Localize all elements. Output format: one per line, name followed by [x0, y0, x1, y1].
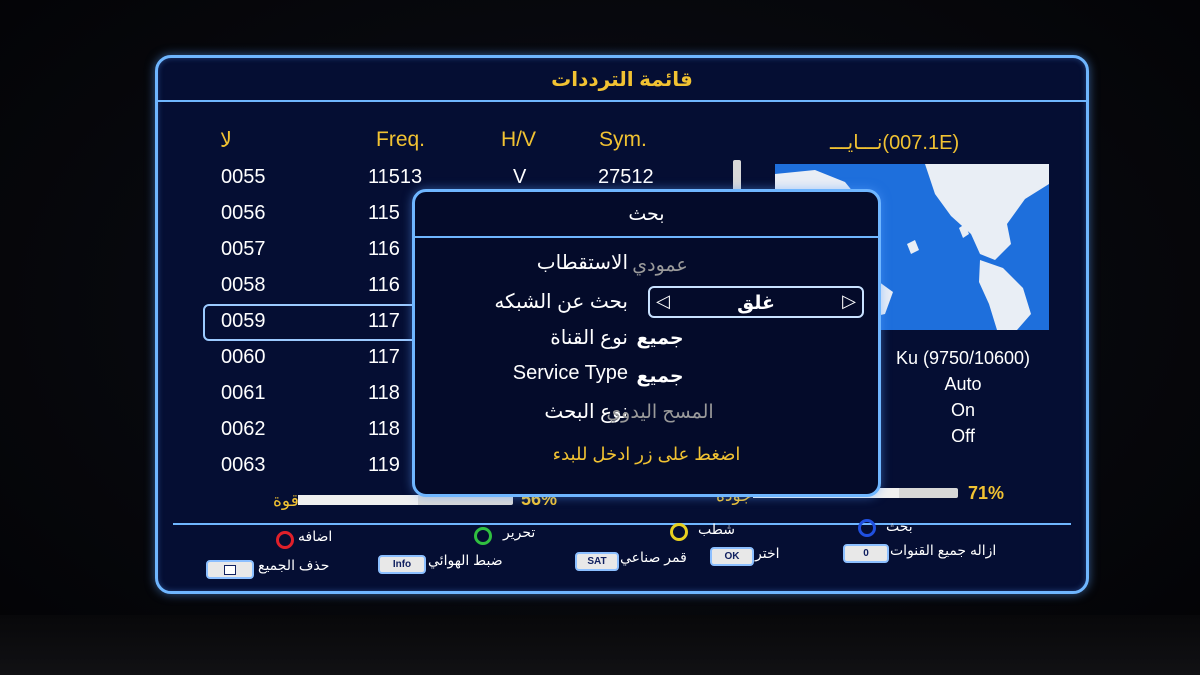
item-frequency: 119 [368, 454, 400, 476]
column-header-frequency: Freq. [376, 128, 426, 151]
item-number: 0062 [221, 418, 266, 440]
item-frequency: 116 [368, 238, 400, 260]
network-search-value: غلق [737, 293, 775, 314]
item-frequency: 117 [368, 310, 400, 332]
select-label: اختر [755, 545, 780, 561]
satellite-name: نـــايـــ(007.1E) [830, 132, 960, 154]
item-frequency: 116 [368, 274, 400, 296]
blue-button-icon[interactable] [858, 519, 876, 537]
key-glyph-icon [224, 564, 236, 575]
edit-label: تحرير [503, 524, 536, 540]
add-label: اضافه [298, 528, 333, 544]
green-button-icon[interactable] [474, 527, 492, 545]
item-number: 0061 [221, 382, 266, 404]
item-number: 0060 [221, 346, 266, 368]
channel-type-value[interactable]: جميع [560, 327, 760, 350]
item-number: 0057 [221, 238, 266, 260]
search-dialog: بحث الاستقطاب عمودي بحث عن الشبكه ◁ غلق … [412, 189, 881, 497]
ok-key[interactable]: OK [710, 547, 754, 566]
item-number: 0058 [221, 274, 266, 296]
sat-key[interactable]: SAT [575, 552, 619, 571]
delete-all-label: حذف الجميع [258, 557, 330, 573]
sat-info-line-3: On [950, 400, 975, 420]
item-frequency: 115 [368, 202, 400, 224]
item-symbol-rate: 27512 [598, 166, 654, 188]
item-frequency: 118 [368, 418, 400, 440]
dialog-title: بحث [415, 192, 878, 238]
delete-label: شطب [698, 521, 735, 537]
sat-info-line-2: Auto [944, 374, 982, 394]
antenna-setup-label: ضبط الهوائي [428, 552, 503, 568]
item-number: 0055 [221, 166, 266, 188]
item-frequency: 118 [368, 382, 400, 404]
column-header-polarization: H/V [501, 128, 537, 151]
service-type-value[interactable]: جميع [560, 365, 760, 388]
arrow-right-icon[interactable]: ▷ [842, 291, 856, 312]
network-search-label: بحث عن الشبكه [494, 291, 628, 313]
item-number: 0059 [221, 310, 266, 332]
quality-value: 71% [968, 483, 1005, 503]
item-frequency: 11513 [368, 166, 423, 188]
item-number: 0056 [221, 202, 266, 224]
polarization-value[interactable]: عمودي [560, 254, 760, 277]
column-header-number: لا [220, 129, 232, 152]
start-hint: اضغط على زر ادخل للبدء [552, 444, 741, 464]
window-title: قائمة الترددات [158, 58, 1086, 102]
tv-bezel [0, 615, 1200, 675]
strength-bar-fill [298, 495, 419, 505]
info-key[interactable]: Info [378, 555, 426, 574]
remove-all-channels-label: ازاله جميع القنوات [890, 542, 997, 558]
red-button-icon[interactable] [276, 531, 294, 549]
column-header-symbol-rate: Sym. [599, 128, 647, 151]
sat-info-line-4: Off [951, 426, 975, 446]
network-search-selector[interactable]: ◁ غلق ▷ [648, 286, 864, 318]
item-frequency: 117 [368, 346, 400, 368]
item-polarization: V [513, 166, 527, 188]
strength-label: قوة [273, 491, 299, 510]
search-type-value[interactable]: المسح اليدوي [560, 401, 760, 424]
satellite-label: قمر صناعي [620, 549, 687, 565]
yellow-button-icon[interactable] [670, 523, 688, 541]
delete-all-key[interactable] [206, 560, 254, 579]
zero-key[interactable]: 0 [843, 544, 889, 563]
item-number: 0063 [221, 454, 266, 476]
search-label: بحث [886, 518, 913, 534]
footer-divider [173, 523, 1071, 525]
lnb-type: Ku (9750/10600) [895, 348, 1031, 368]
